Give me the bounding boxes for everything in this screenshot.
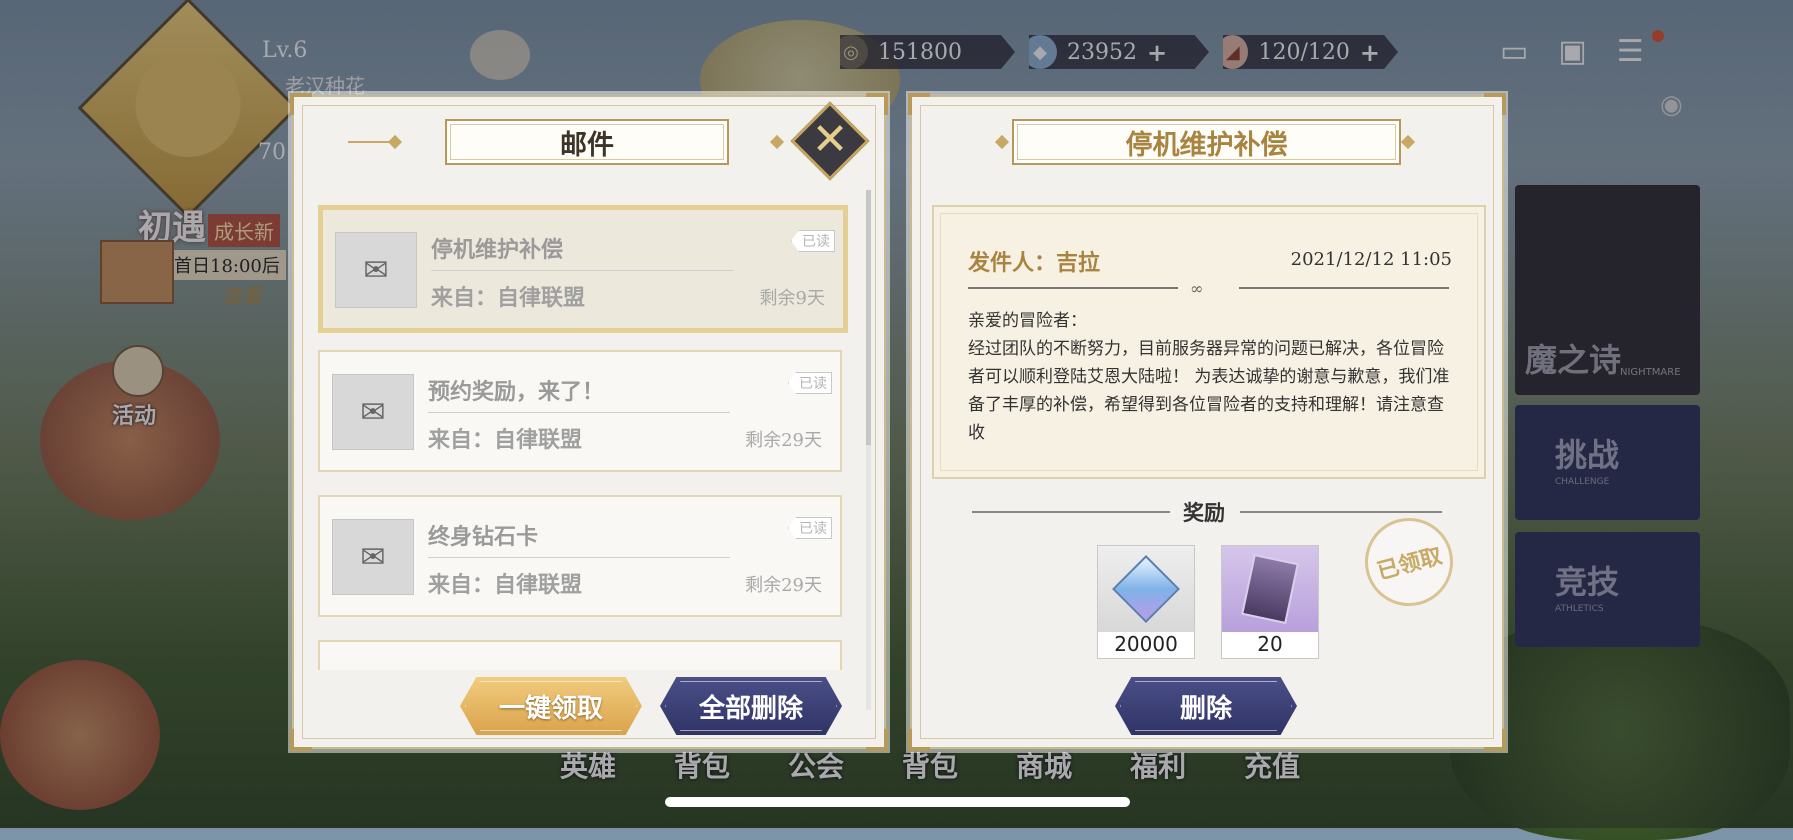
reward-quantity: 20000 xyxy=(1114,632,1178,656)
delete-label: 删除 xyxy=(1179,693,1232,724)
mail-envelope-icon: ✉ xyxy=(332,374,414,450)
letter-divider-ornament: ∞ xyxy=(1190,279,1204,298)
letter-divider xyxy=(1239,287,1449,289)
reward-item[interactable]: 20 xyxy=(1221,545,1319,659)
mail-panel-title: 邮件 xyxy=(445,119,729,165)
mail-scrollbar-thumb[interactable] xyxy=(866,190,871,445)
reward-item[interactable]: 20000 xyxy=(1097,545,1195,659)
mail-remaining: 剩余9天 xyxy=(759,288,825,309)
mail-read-tag: 已读 xyxy=(788,372,832,394)
mail-envelope-icon: ✉ xyxy=(335,232,417,308)
mail-sender: 来自：自律联盟 xyxy=(428,572,583,598)
reward-quantity: 20 xyxy=(1257,632,1283,656)
diamond-crystal-icon xyxy=(1098,546,1194,632)
home-indicator xyxy=(665,797,1130,807)
mail-read-tag: 已读 xyxy=(791,230,835,252)
claim-all-label: 一键领取 xyxy=(498,693,603,724)
delete-all-button[interactable]: 全部删除 xyxy=(660,677,842,735)
letter-greeting: 亲爱的冒险者： xyxy=(968,311,1087,331)
mail-date: 2021/12/12 11:05 xyxy=(1290,249,1452,270)
mail-read-tag: 已读 xyxy=(788,517,832,539)
mail-item[interactable]: ✉ 终身钻石卡 来自：自律联盟 剩余29天 已读 xyxy=(318,495,842,617)
letter-card: 发件人：吉拉 2021/12/12 11:05 ∞ 亲爱的冒险者： 经过团队的不… xyxy=(932,205,1486,479)
letter-body: 亲爱的冒险者： 经过团队的不断努力，目前服务器异常的问题已解决，各位冒险者可以顺… xyxy=(968,307,1458,447)
sender-name: 发件人：吉拉 xyxy=(968,250,1101,276)
mail-remaining: 剩余29天 xyxy=(745,575,822,596)
reward-divider-left xyxy=(972,511,1170,513)
modal-overlay[interactable] xyxy=(0,0,1793,828)
letter-content: 经过团队的不断努力，目前服务器异常的问题已解决，各位冒险者可以顺利登陆艾恩大陆啦… xyxy=(968,339,1450,443)
reward-label: 奖励 xyxy=(1183,500,1225,525)
detail-title: 停机维护补偿 xyxy=(1012,119,1401,165)
mail-item[interactable]: ✉ 预约奖励，来了！ 来自：自律联盟 剩余29天 已读 xyxy=(318,350,842,472)
ticket-card-icon xyxy=(1222,546,1318,632)
mail-remaining: 剩余29天 xyxy=(745,430,822,451)
delete-all-label: 全部删除 xyxy=(698,693,803,724)
mail-sender: 来自：自律联盟 xyxy=(431,285,586,311)
close-icon: ✕ xyxy=(811,114,849,165)
mail-title: 预约奖励，来了！ xyxy=(428,379,605,405)
delete-button[interactable]: 删除 xyxy=(1115,677,1297,735)
letter-divider xyxy=(968,287,1178,289)
mail-item-partial[interactable] xyxy=(318,640,842,670)
mail-envelope-icon: ✉ xyxy=(332,519,414,595)
mail-item[interactable]: ✉ 停机维护补偿 来自：自律联盟 剩余9天 已读 xyxy=(318,205,848,333)
claim-all-button[interactable]: 一键领取 xyxy=(460,677,642,735)
mail-title: 停机维护补偿 xyxy=(431,237,564,263)
reward-divider-right xyxy=(1240,511,1442,513)
mail-title: 终身钻石卡 xyxy=(428,524,539,550)
mail-sender: 来自：自律联盟 xyxy=(428,427,583,453)
mail-title-line-left xyxy=(348,141,393,143)
